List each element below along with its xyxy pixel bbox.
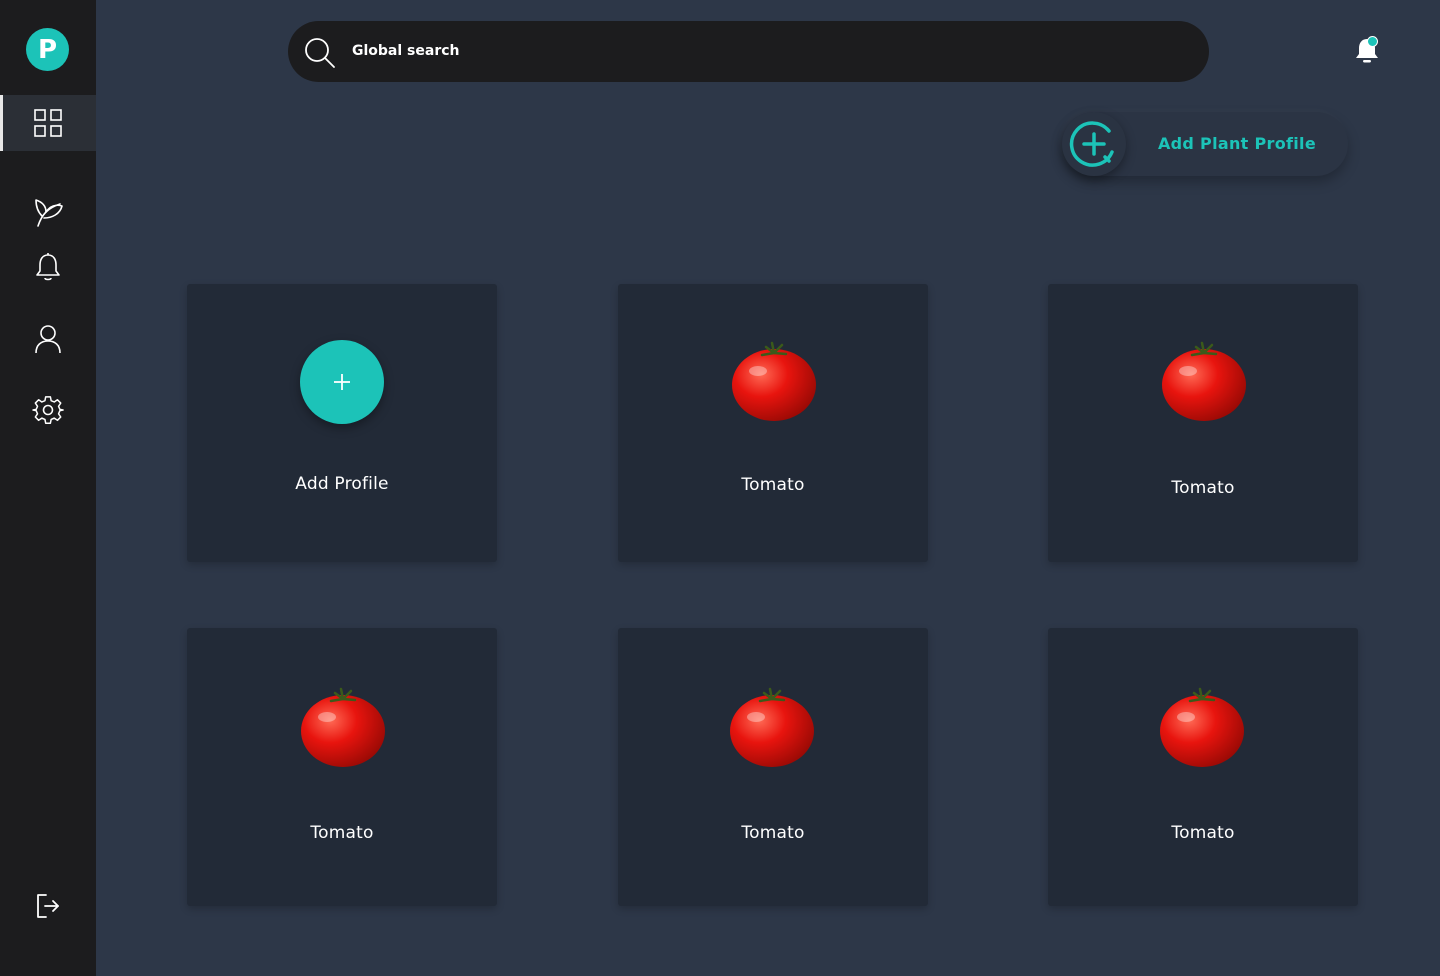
search-input[interactable] <box>352 35 1172 67</box>
add-profile-card[interactable]: Add Profile <box>187 284 497 562</box>
card-label: Tomato <box>310 823 374 843</box>
add-plant-profile-button[interactable]: Add Plant Profile <box>1062 112 1348 176</box>
gear-icon <box>32 396 64 424</box>
notification-badge <box>1367 36 1378 47</box>
add-plant-profile-label: Add Plant Profile <box>1158 134 1316 153</box>
bell-icon <box>36 253 60 281</box>
sidebar-item-plants[interactable] <box>0 184 96 240</box>
plant-card[interactable]: Tomato <box>1048 628 1358 906</box>
plant-card[interactable]: Tomato <box>618 284 928 562</box>
plus-icon <box>334 374 350 390</box>
sidebar-item-profile[interactable] <box>0 311 96 367</box>
plus-circle-icon <box>1069 121 1114 167</box>
app-logo[interactable]: P <box>26 28 69 71</box>
tomato-image <box>301 687 385 767</box>
plant-card[interactable]: Tomato <box>1048 284 1358 562</box>
grid-icon <box>34 109 62 137</box>
add-profile-circle[interactable] <box>300 340 384 424</box>
tomato-image <box>1162 341 1246 421</box>
card-label: Tomato <box>1171 478 1235 498</box>
sidebar: P <box>0 0 96 976</box>
tomato-image <box>732 341 816 421</box>
plant-card[interactable]: Tomato <box>618 628 928 906</box>
card-label: Tomato <box>741 475 805 495</box>
search-icon <box>305 38 335 68</box>
plant-card[interactable]: Tomato <box>187 628 497 906</box>
add-plant-circle <box>1062 112 1126 176</box>
leaf-icon <box>35 199 63 227</box>
card-label: Tomato <box>741 823 805 843</box>
global-search-bar[interactable] <box>288 21 1209 82</box>
card-label: Add Profile <box>295 474 389 494</box>
logout-icon <box>37 894 59 918</box>
tomato-image <box>730 687 814 767</box>
sidebar-item-notifications[interactable] <box>0 239 96 295</box>
sidebar-item-settings[interactable] <box>0 382 96 438</box>
user-icon <box>35 325 61 354</box>
tomato-image <box>1160 687 1244 767</box>
sidebar-item-dashboard[interactable] <box>0 95 96 151</box>
card-label: Tomato <box>1171 823 1235 843</box>
logout-button[interactable] <box>0 878 96 934</box>
